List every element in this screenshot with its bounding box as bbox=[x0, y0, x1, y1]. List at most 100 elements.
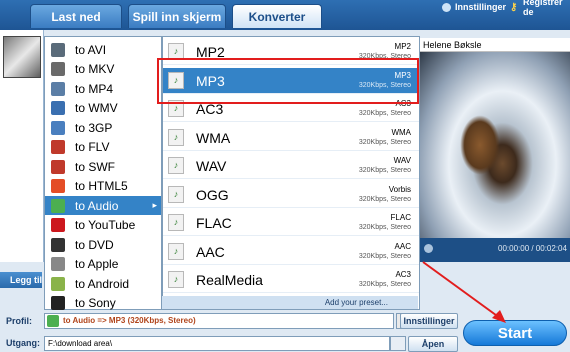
format-codec: FLAC bbox=[390, 213, 411, 222]
menu-item-label: to AVI bbox=[75, 42, 107, 57]
menu-item-flv[interactable]: to FLV bbox=[45, 138, 161, 157]
format-detail: 320Kbps, Stereo bbox=[358, 224, 411, 231]
format-codec: AAC bbox=[394, 241, 411, 251]
profile-label: Profil: bbox=[6, 316, 32, 326]
audio-file-icon: ♪ bbox=[168, 242, 184, 260]
folder-icon[interactable] bbox=[390, 336, 406, 351]
tab-convert[interactable]: Konverter bbox=[232, 4, 322, 28]
menu-item-audio[interactable]: to Audio ▸ bbox=[45, 196, 161, 215]
menu-item-3gp[interactable]: to 3GP bbox=[45, 118, 161, 137]
menu-item-swf[interactable]: to SWF bbox=[45, 157, 161, 176]
settings-link-label: Innstillinger bbox=[455, 2, 507, 12]
register-link[interactable]: ⚷ Registrer de bbox=[510, 0, 570, 17]
apple-icon bbox=[51, 257, 65, 271]
html5-icon bbox=[51, 179, 65, 193]
menu-item-label: to SWF bbox=[75, 159, 116, 174]
menu-item-dvd[interactable]: to DVD bbox=[45, 235, 161, 254]
audio-file-icon: ♪ bbox=[168, 185, 184, 203]
mkv-icon bbox=[51, 62, 65, 76]
tab-screen-record[interactable]: Spill inn skjerm bbox=[128, 4, 226, 28]
audio-icon bbox=[47, 315, 59, 327]
format-item-wav[interactable]: ♪ WAV WAV 320Kbps, Stereo bbox=[163, 153, 419, 179]
format-codec: WAV bbox=[393, 156, 411, 165]
gear-icon bbox=[442, 2, 451, 12]
menu-item-android[interactable]: to Android bbox=[45, 274, 161, 293]
format-item-realmedia[interactable]: ♪ RealMedia AC3 320Kbps, Stereo bbox=[163, 267, 419, 293]
menu-item-avi[interactable]: to AVI bbox=[45, 40, 161, 59]
format-name: AAC bbox=[196, 243, 225, 260]
chevron-right-icon: ▸ bbox=[152, 200, 157, 210]
menu-item-apple[interactable]: to Apple bbox=[45, 255, 161, 274]
menu-item-label: to 3GP bbox=[75, 120, 113, 135]
menu-item-sony[interactable]: to Sony bbox=[45, 294, 161, 313]
format-detail: 320Kbps, Stereo bbox=[358, 110, 411, 117]
audio-file-icon: ♪ bbox=[168, 271, 184, 288]
format-detail: 320Kbps, Stereo bbox=[358, 252, 411, 260]
format-name: RealMedia bbox=[196, 272, 263, 288]
format-item-ogg[interactable]: ♪ OGG Vorbis 320Kbps, Stereo bbox=[163, 182, 419, 208]
profile-select[interactable]: to Audio => MP3 (320Kbps, Stereo) bbox=[44, 313, 394, 329]
format-name: WMA bbox=[196, 129, 231, 146]
highlight-box bbox=[157, 58, 419, 104]
dvd-icon bbox=[51, 237, 65, 252]
swf-icon bbox=[51, 159, 65, 174]
register-link-label: Registrer de bbox=[522, 0, 563, 17]
menu-item-label: to Sony bbox=[75, 296, 116, 310]
format-codec: AC3 bbox=[395, 270, 411, 279]
settings-link[interactable]: Innstillinger bbox=[442, 0, 506, 14]
menu-item-mp4[interactable]: to MP4 bbox=[45, 79, 161, 98]
top-tab-bar: Last ned Spill inn skjerm Konverter Inns… bbox=[0, 0, 570, 30]
menu-item-mkv[interactable]: to MKV bbox=[45, 60, 161, 79]
format-item-flac[interactable]: ♪ FLAC FLAC 320Kbps, Stereo bbox=[163, 210, 419, 236]
video-filename: Helene Bøksle bbox=[420, 38, 570, 52]
menu-item-label: to Apple bbox=[75, 257, 119, 271]
audio-file-icon: ♪ bbox=[168, 128, 184, 146]
tab-download[interactable]: Last ned bbox=[30, 4, 122, 28]
menu-item-label: to Android bbox=[75, 276, 130, 291]
output-label: Utgang: bbox=[6, 338, 40, 348]
format-codec: WMA bbox=[391, 127, 411, 137]
format-name: WAV bbox=[196, 158, 227, 174]
menu-item-label: to MP4 bbox=[75, 81, 114, 96]
android-icon bbox=[51, 276, 65, 291]
settings-button[interactable]: Innstillinger bbox=[400, 313, 458, 329]
mp4-icon bbox=[51, 81, 65, 96]
format-codec: MP2 bbox=[394, 42, 411, 51]
wmv-icon bbox=[51, 101, 65, 115]
menu-item-wmv[interactable]: to WMV bbox=[45, 99, 161, 118]
player-timecode: 00:00:00 / 00:02:04 bbox=[498, 244, 567, 253]
format-item-wma[interactable]: ♪ WMA WMA 320Kbps, Stereo bbox=[163, 125, 419, 151]
menu-item-label: to HTML5 bbox=[75, 179, 128, 193]
format-item-aac[interactable]: ♪ AAC AAC 320Kbps, Stereo bbox=[163, 239, 419, 265]
youtube-icon bbox=[51, 218, 65, 232]
menu-item-html5[interactable]: to HTML5 bbox=[45, 177, 161, 196]
format-detail: 320Kbps, Stereo bbox=[358, 195, 411, 203]
avi-icon bbox=[51, 42, 65, 57]
volume-icon[interactable] bbox=[424, 244, 433, 253]
format-category-menu: to AVI to MKV to MP4 to WMV to 3GP to FLV to S… bbox=[44, 36, 162, 310]
video-thumbnail[interactable] bbox=[3, 36, 41, 78]
format-name: OGG bbox=[196, 186, 229, 203]
add-button[interactable]: Legg til bbox=[0, 272, 42, 288]
audio-file-icon: ♪ bbox=[168, 214, 184, 231]
format-detail: 320Kbps, Stereo bbox=[358, 281, 411, 288]
menu-item-label: to Audio bbox=[75, 198, 119, 213]
format-detail: 320Kbps, Stereo bbox=[358, 167, 411, 174]
menu-item-label: to WMV bbox=[75, 101, 118, 115]
output-path-field[interactable]: F:\download area\ bbox=[44, 336, 390, 351]
format-name: FLAC bbox=[196, 215, 232, 231]
open-button[interactable]: Åpen bbox=[408, 336, 458, 352]
key-icon: ⚷ bbox=[510, 1, 518, 13]
menu-item-label: to YouTube bbox=[75, 218, 136, 232]
audio-file-icon: ♪ bbox=[168, 157, 184, 174]
menu-item-label: to FLV bbox=[75, 140, 110, 154]
start-button[interactable]: Start bbox=[463, 320, 567, 346]
add-preset-button[interactable]: Add your preset... bbox=[162, 296, 418, 309]
menu-item-label: to DVD bbox=[75, 237, 114, 252]
format-detail: 320Kbps, Stereo bbox=[358, 138, 411, 146]
3gp-icon bbox=[51, 120, 65, 135]
sony-icon bbox=[51, 296, 65, 310]
menu-item-label: to MKV bbox=[75, 62, 115, 76]
menu-item-youtube[interactable]: to YouTube bbox=[45, 216, 161, 235]
audio-icon bbox=[51, 198, 65, 213]
